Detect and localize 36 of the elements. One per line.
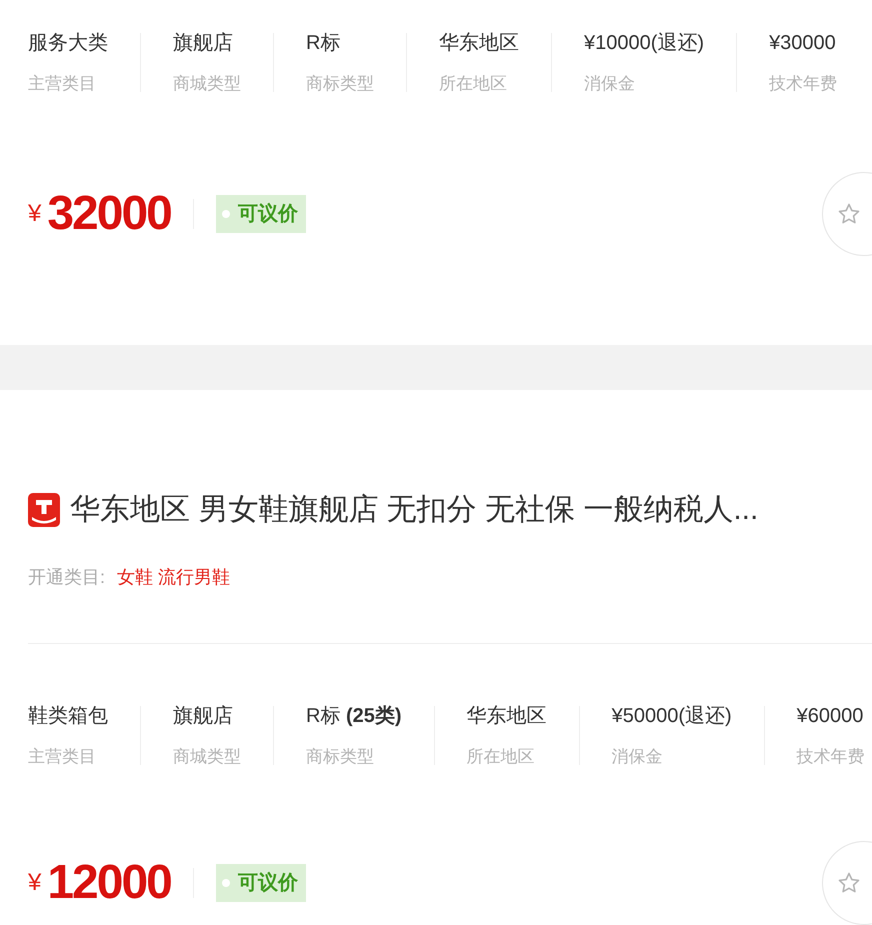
- shop-logo-icon: [28, 493, 60, 527]
- stat-label: 商标类型: [306, 748, 375, 765]
- negotiable-tag: 可议价: [216, 195, 306, 233]
- categories-value: 女鞋 流行男鞋: [117, 568, 230, 586]
- stat-value: 旗舰店: [173, 33, 234, 53]
- star-icon: [837, 202, 861, 226]
- price-amount: 12000: [47, 859, 171, 907]
- price-amount: 32000: [47, 190, 171, 238]
- stat-label: 消保金: [612, 748, 664, 765]
- listing-title[interactable]: 华东地区 男女鞋旗舰店 无扣分 无社保 一般纳税人...: [70, 495, 758, 525]
- price-currency: ¥: [28, 868, 42, 898]
- stat-label: 商城类型: [173, 75, 241, 92]
- negotiable-tag: 可议价: [216, 864, 306, 902]
- stat-label: 商城类型: [173, 748, 241, 765]
- stat-value: 旗舰店: [173, 706, 234, 726]
- stat-label: 消保金: [584, 75, 636, 92]
- stat-label: 商标类型: [306, 75, 374, 92]
- stat-label: 主营类目: [28, 748, 97, 765]
- stat-value: 鞋类箱包: [28, 706, 108, 726]
- stat-value: ¥30000: [769, 33, 837, 53]
- stat-value: 华东地区: [466, 706, 547, 726]
- stat-label: 所在地区: [466, 748, 536, 765]
- price-currency: ¥: [28, 199, 42, 229]
- stat-value: 华东地区: [439, 33, 519, 53]
- stat-value: ¥60000: [796, 706, 864, 726]
- stat-value: R标: [306, 33, 342, 53]
- stat-label: 技术年费: [796, 748, 865, 765]
- stat-label: 主营类目: [28, 75, 97, 92]
- stat-value: ¥10000(退还): [584, 33, 704, 53]
- categories-label: 开通类目:: [28, 568, 106, 586]
- stat-value: ¥50000(退还): [612, 706, 732, 726]
- stat-value: 服务大类: [28, 33, 108, 53]
- stat-label: 所在地区: [439, 75, 508, 92]
- star-icon: [837, 871, 861, 895]
- stat-label: 技术年费: [769, 75, 838, 92]
- stat-value: R标 (25类): [306, 706, 402, 726]
